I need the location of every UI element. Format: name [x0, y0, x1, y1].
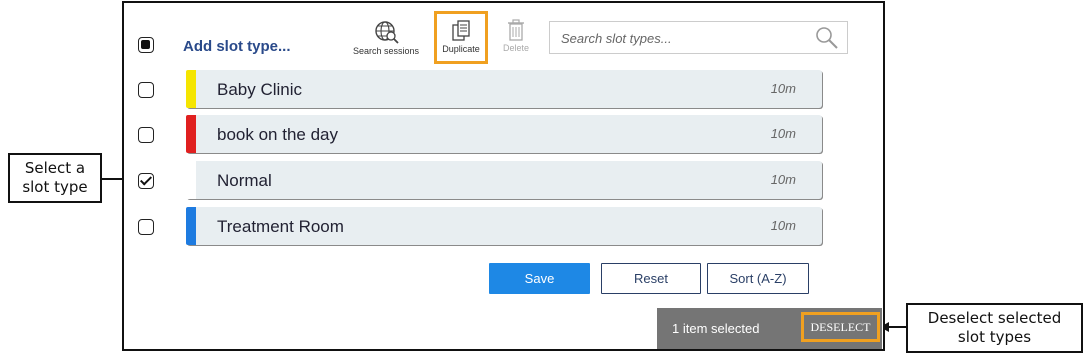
slot-color-bar: [186, 70, 196, 108]
callout-line: slot type: [22, 178, 88, 196]
slot-duration: 10m: [770, 81, 796, 96]
slot-color-bar: [186, 161, 196, 199]
search-sessions-button[interactable]: Search sessions: [350, 20, 422, 56]
slot-name: book on the day: [217, 125, 338, 144]
slot-duration: 10m: [770, 126, 796, 141]
slot-checkbox-baby-clinic[interactable]: [138, 82, 154, 98]
deselect-button[interactable]: DESELECT: [801, 312, 880, 342]
callout-line: Deselect selected: [927, 309, 1062, 327]
sort-button[interactable]: Sort (A-Z): [707, 263, 809, 294]
slot-row-normal[interactable]: Normal 10m: [186, 161, 822, 199]
slot-checkbox-book-on-the-day[interactable]: [138, 127, 154, 143]
add-slot-type-link[interactable]: Add slot type...: [183, 38, 291, 55]
search-sessions-label: Search sessions: [352, 46, 420, 56]
slot-duration: 10m: [770, 172, 796, 187]
callout-line: slot types: [957, 328, 1032, 346]
slot-color-bar: [186, 207, 196, 245]
duplicate-icon: [452, 20, 470, 41]
slot-duration: 10m: [770, 218, 796, 233]
selected-count: 1 item selected: [672, 321, 760, 336]
slot-row-book-on-the-day[interactable]: book on the day 10m: [186, 115, 822, 153]
slot-types-panel: Add slot type... Search sessions Duplica…: [122, 1, 885, 351]
slot-name: Treatment Room: [217, 217, 344, 236]
slot-row-treatment-room[interactable]: Treatment Room 10m: [186, 207, 822, 245]
duplicate-label: Duplicate: [442, 44, 480, 54]
reset-button[interactable]: Reset: [601, 263, 701, 294]
delete-button[interactable]: Delete: [496, 19, 536, 53]
slot-color-bar: [186, 115, 196, 153]
callout-line: Select a: [24, 159, 86, 177]
slot-checkbox-normal[interactable]: [138, 173, 154, 189]
delete-label: Delete: [502, 43, 529, 53]
callout-select-slot-type: Select a slot type: [8, 153, 102, 203]
duplicate-button[interactable]: Duplicate: [434, 11, 488, 64]
search-icon[interactable]: [815, 26, 839, 50]
search-input[interactable]: [550, 22, 813, 55]
slot-checkbox-treatment-room[interactable]: [138, 219, 154, 235]
save-button[interactable]: Save: [489, 263, 590, 294]
select-all-checkbox[interactable]: [138, 37, 154, 53]
selection-bar: 1 item selected DESELECT: [657, 308, 882, 349]
callout-deselect: Deselect selected slot types: [906, 303, 1083, 353]
trash-icon: [508, 19, 524, 41]
globe-search-icon: [375, 21, 399, 44]
slot-row-baby-clinic[interactable]: Baby Clinic 10m: [186, 70, 822, 108]
search-box: [549, 21, 848, 55]
slot-name: Normal: [217, 171, 272, 190]
slot-name: Baby Clinic: [217, 80, 303, 99]
